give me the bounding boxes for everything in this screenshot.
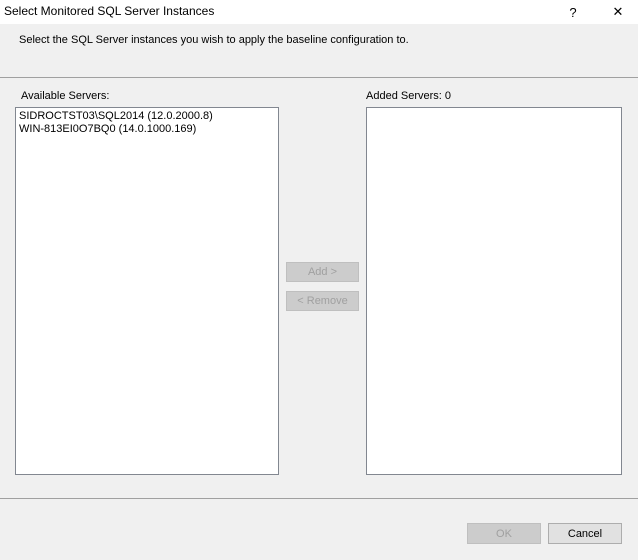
- title-bar[interactable]: Select Monitored SQL Server Instances ? …: [0, 0, 638, 24]
- header-separator: [0, 77, 638, 78]
- remove-button[interactable]: < Remove: [286, 291, 359, 311]
- window-title: Select Monitored SQL Server Instances: [4, 4, 215, 18]
- help-icon: ?: [569, 4, 577, 20]
- ok-button[interactable]: OK: [467, 523, 541, 544]
- added-servers-label: Added Servers: 0: [366, 90, 451, 102]
- list-item[interactable]: SIDROCTST03\SQL2014 (12.0.2000.8): [16, 110, 278, 123]
- added-servers-list[interactable]: [366, 107, 622, 475]
- add-button[interactable]: Add >: [286, 262, 359, 282]
- available-servers-list[interactable]: SIDROCTST03\SQL2014 (12.0.2000.8) WIN-81…: [15, 107, 279, 475]
- help-button[interactable]: ?: [554, 0, 592, 24]
- available-servers-label: Available Servers:: [21, 90, 110, 102]
- instruction-text: Select the SQL Server instances you wish…: [19, 34, 409, 46]
- footer-separator: [0, 498, 638, 499]
- list-item[interactable]: WIN-813EI0O7BQ0 (14.0.1000.169): [16, 123, 278, 136]
- cancel-button[interactable]: Cancel: [548, 523, 622, 544]
- header-band: [0, 24, 638, 77]
- close-icon: ✕: [612, 4, 624, 19]
- close-button[interactable]: ✕: [599, 0, 637, 24]
